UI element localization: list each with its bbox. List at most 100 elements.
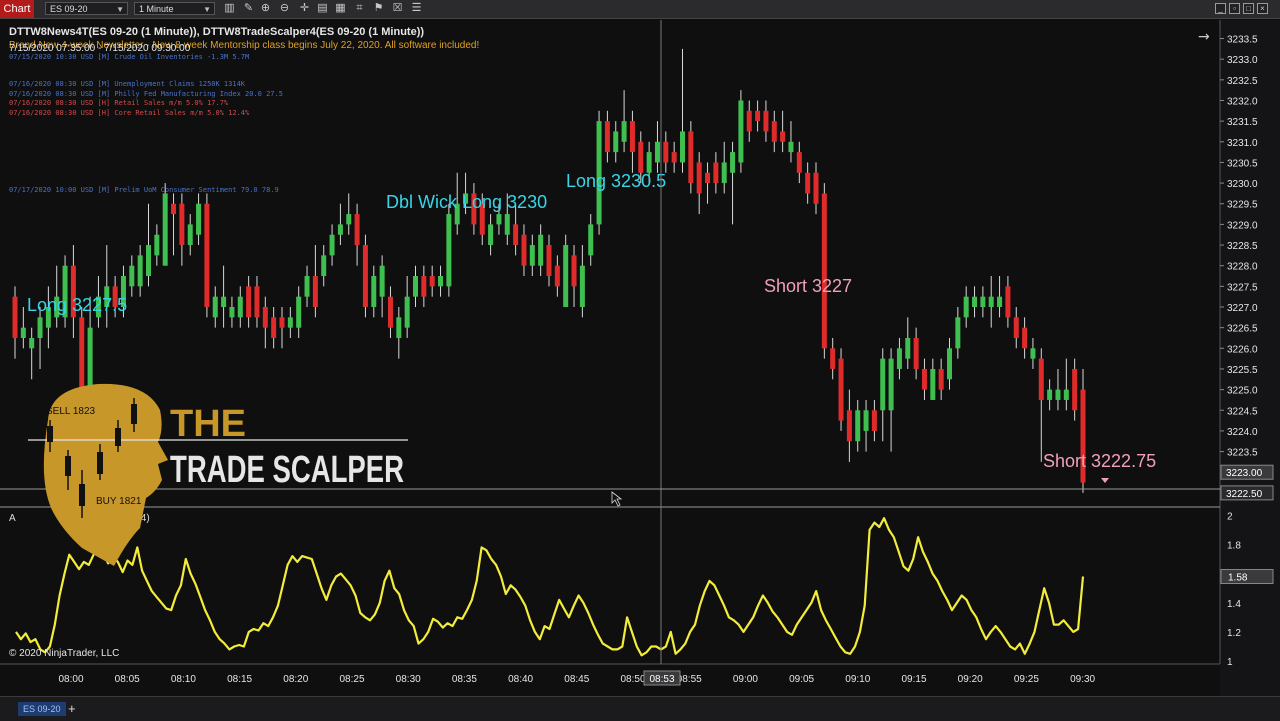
candle-body	[654, 141, 660, 163]
minimize-icon[interactable]: _	[1215, 3, 1226, 14]
candle-body	[154, 234, 160, 256]
candle-body	[362, 245, 368, 307]
candle-body	[20, 327, 26, 338]
candle-body	[997, 296, 1003, 307]
candle-body	[504, 214, 510, 235]
candle-body	[196, 203, 202, 235]
strategy-icon[interactable]: ⚑	[372, 2, 385, 15]
crosshair-time-label: 08:53	[649, 674, 674, 685]
price-tick-label: 3224.0	[1227, 427, 1258, 438]
candle-body	[379, 265, 385, 297]
candle-body	[721, 162, 727, 184]
time-tick-label: 08:20	[283, 674, 308, 685]
time-tick-label: 08:10	[171, 674, 196, 685]
instrument-tab[interactable]: ES 09-20	[18, 702, 66, 716]
time-tick-label: 08:35	[452, 674, 477, 685]
osc-tick-label: 1	[1227, 657, 1233, 668]
candle-body	[571, 255, 577, 287]
time-tick-label: 09:05	[789, 674, 814, 685]
crosshair-icon[interactable]: ✛	[298, 2, 311, 15]
candle-body	[780, 131, 786, 142]
price-tick-label: 3226.0	[1227, 344, 1258, 355]
candle-body	[805, 172, 811, 194]
candle-body	[554, 265, 560, 287]
time-tick-label: 09:00	[733, 674, 758, 685]
candle-body	[871, 410, 877, 431]
candle-body	[730, 152, 736, 173]
instrument-selector[interactable]: ES 09-20 ▼	[45, 2, 128, 15]
candle-body	[1030, 348, 1036, 359]
candle-body	[337, 224, 343, 235]
bar-type-icon[interactable]: ▥	[223, 2, 236, 15]
data-box-icon[interactable]: ☒	[391, 2, 404, 15]
add-tab-icon[interactable]: +	[68, 701, 76, 716]
osc-tick-label: 2	[1227, 511, 1233, 522]
candle-body	[888, 358, 894, 411]
template-icon[interactable]: ▦	[334, 2, 347, 15]
chart-tab[interactable]: Chart	[0, 0, 34, 18]
properties-icon[interactable]: ▤	[316, 2, 329, 15]
status-bar: ES 09-20 +	[0, 696, 1280, 721]
candle-body	[546, 245, 552, 277]
price-tick-label: 3225.5	[1227, 365, 1258, 376]
restore-icon[interactable]: ▫	[1229, 3, 1240, 14]
time-tick-label: 08:25	[339, 674, 364, 685]
candle-body	[129, 265, 135, 287]
candle-body	[579, 265, 585, 307]
candle-body	[171, 203, 177, 215]
candle-body	[604, 121, 610, 153]
close-icon[interactable]: ×	[1257, 3, 1268, 14]
time-tick-label: 08:05	[115, 674, 140, 685]
candle	[446, 203, 452, 297]
maximize-icon[interactable]: □	[1243, 3, 1254, 14]
interval-selector[interactable]: 1 Minute ▼	[134, 2, 215, 15]
candle-body	[563, 245, 569, 307]
candle-body	[137, 255, 143, 287]
candle-body	[1022, 327, 1028, 349]
logo-buy-label: BUY 1821	[96, 496, 142, 507]
zoom-in-icon[interactable]: ⊕	[259, 2, 272, 15]
candle-body	[763, 110, 769, 132]
candle-body	[663, 141, 669, 163]
candle-body	[713, 162, 719, 184]
candle-body	[329, 234, 335, 256]
candle-body	[229, 307, 235, 318]
price-tick-label: 3228.5	[1227, 241, 1258, 252]
candle-body	[287, 317, 293, 328]
price-tick-label: 3232.5	[1227, 76, 1258, 87]
list-icon[interactable]: ☰	[410, 2, 423, 15]
candle-body	[204, 203, 210, 307]
price-tick-label: 3231.0	[1227, 138, 1258, 149]
candle-body	[237, 296, 243, 318]
candle-body	[488, 224, 494, 246]
candle-body	[146, 245, 151, 277]
candle-body	[1047, 389, 1053, 400]
candle-body	[646, 152, 652, 173]
time-tick-label: 08:45	[564, 674, 589, 685]
candle-body	[771, 121, 777, 142]
candle	[821, 183, 827, 359]
scroll-right-icon[interactable]: →	[1198, 29, 1210, 45]
draw-pencil-icon[interactable]: ✎	[242, 2, 255, 15]
crosshair-price-label: 3222.50	[1226, 489, 1263, 500]
candle-body	[262, 307, 268, 328]
candle-body	[246, 286, 252, 318]
zoom-out-icon[interactable]: ⊖	[278, 2, 291, 15]
price-chart[interactable]: DTTW8News4T(ES 09-20 (1 Minute)), DTTW8T…	[0, 0, 1280, 720]
candle-body	[855, 410, 861, 442]
candle-body	[321, 255, 327, 277]
candle-body	[588, 224, 594, 256]
instrument-value: ES 09-20	[50, 4, 88, 14]
candle-body	[12, 296, 18, 338]
time-tick-label: 09:20	[958, 674, 983, 685]
candle-body	[755, 110, 761, 122]
candle-body	[296, 296, 302, 328]
candle-body	[187, 224, 193, 246]
candle	[838, 348, 844, 431]
chart-toolbar: Chart ES 09-20 ▼ 1 Minute ▼ ▥ ✎ ⊕ ⊖ ✛ ▤ …	[0, 0, 1280, 19]
indicators-icon[interactable]: ⌗	[353, 2, 366, 15]
price-tick-label: 3226.5	[1227, 324, 1258, 335]
signal-label: Dbl Wick Long 3230	[386, 192, 547, 212]
price-tick-label: 3230.5	[1227, 158, 1258, 169]
candle-body	[930, 368, 936, 400]
